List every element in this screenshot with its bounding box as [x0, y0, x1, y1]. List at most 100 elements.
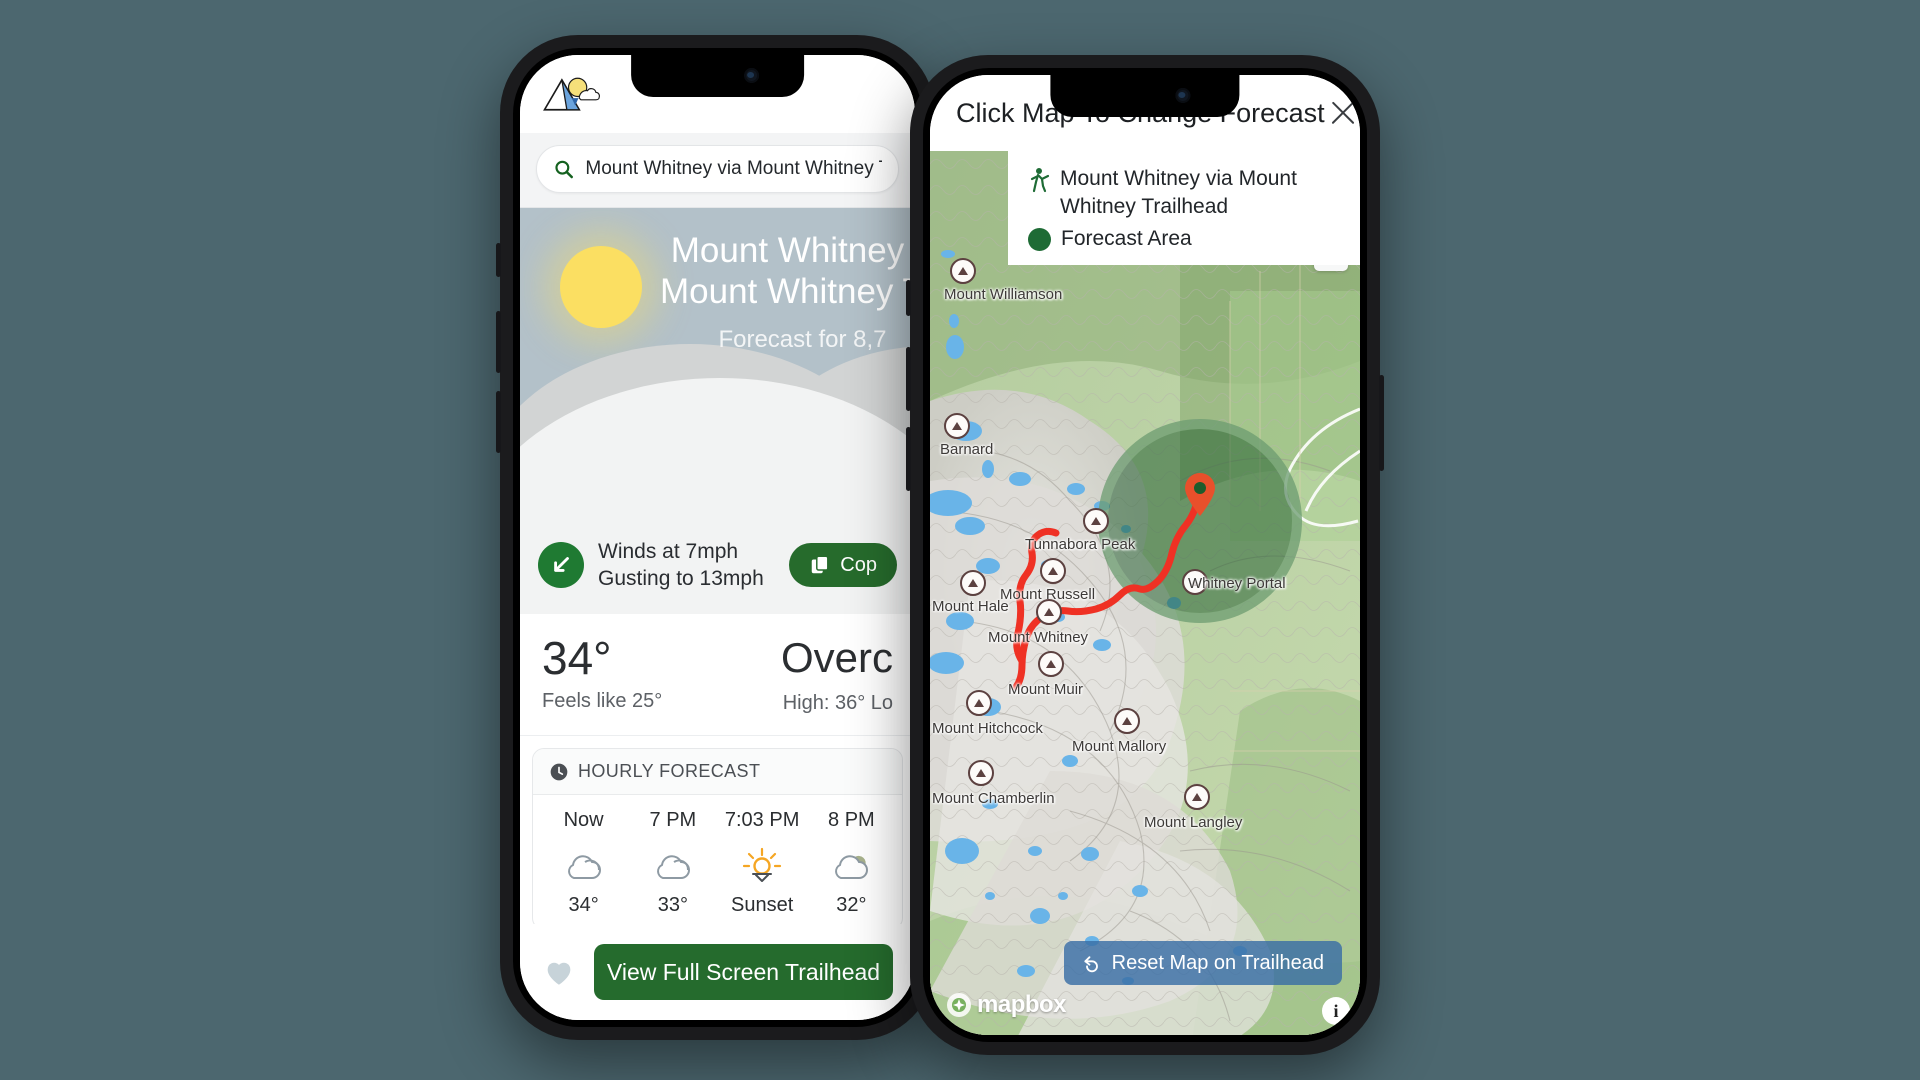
search-section: Mount Whitney via Mount Whitney T [520, 133, 915, 208]
map-pin-icon[interactable] [1183, 471, 1217, 517]
hourly-column[interactable]: Now 34° [539, 809, 628, 929]
peak-marker-icon [1184, 784, 1210, 810]
trail-path [1012, 495, 1202, 691]
sunset-icon [718, 838, 807, 892]
hero-title-line2: Mount Whitney Trailhead [660, 272, 915, 311]
current-condition: Overc [780, 634, 893, 681]
hour-label: 7:03 PM [724, 809, 800, 831]
heart-icon[interactable] [542, 955, 576, 989]
bottom-action-bar: View Full Screen Trailhead [520, 924, 915, 1020]
wind-direction-arrow [538, 542, 584, 588]
map-place-label: Whitney Portal [1188, 575, 1286, 592]
hero-title-line1: Mount Whitney [670, 231, 905, 270]
legend-area-label: Forecast Area [1061, 227, 1192, 250]
hour-label: Now [563, 809, 604, 831]
right-phone-notch [1050, 75, 1240, 117]
hourly-forecast-card: HOURLY FORECAST Now 34° 7 PM 33° 7:03 PM… [532, 748, 903, 930]
hour-value: 32° [836, 894, 867, 916]
left-phone-screen: Mount Whitney via Mount Whitney T Mount … [520, 55, 915, 1020]
legend-trail-name: Mount Whitney via Mount Whitney Trailhea… [1060, 167, 1297, 218]
cloudy-icon [539, 838, 628, 892]
peak-marker-icon [966, 690, 992, 716]
peak-marker-icon [1114, 708, 1140, 734]
view-full-screen-trailhead-label: View Full Screen Trailhead [606, 958, 881, 985]
wind-text: Winds at 7mph Gusting to 13mph [598, 538, 764, 592]
map-place-label: Mount Whitney [988, 629, 1089, 646]
reset-map-label: Reset Map on Trailhead [1111, 951, 1324, 974]
hourly-column[interactable]: 8 PM 32° [807, 809, 896, 929]
close-icon[interactable] [1325, 95, 1360, 131]
map-place-label: Mount Hale [932, 598, 1009, 615]
hourly-forecast-columns: Now 34° 7 PM 33° 7:03 PM Sunset 8 PM 32° [533, 795, 902, 929]
map-place-label: Mount Mallory [1072, 738, 1167, 755]
cloudy-icon [628, 838, 717, 892]
right-phone-device: Click Map To Change Forecast [906, 55, 1384, 1055]
peak-marker-icon [1040, 558, 1066, 584]
peak-marker-icon [1036, 599, 1062, 625]
mountain-sun-logo[interactable] [542, 73, 600, 115]
copy-icon [812, 555, 829, 574]
weather-hero: Mount Whitney Mount Whitney Trailhead Fo… [520, 208, 915, 538]
phone-mute-switch[interactable] [496, 243, 501, 277]
mapbox-logo-icon[interactable]: mapbox [946, 991, 1067, 1019]
legend-area-row: Forecast Area [1028, 227, 1342, 251]
copy-button[interactable]: Cop [789, 543, 897, 587]
map-place-label: Mount Williamson [944, 286, 1063, 303]
hourly-column[interactable]: 7 PM 33° [628, 809, 717, 929]
undo-icon [1084, 956, 1098, 973]
phone-mute-switch[interactable] [906, 280, 911, 316]
phone-volume-up-button[interactable] [496, 311, 501, 373]
peak-marker-icon [1038, 651, 1064, 677]
phone-volume-up-button[interactable] [906, 347, 911, 411]
feels-like-text: Feels like 25° [542, 690, 663, 712]
search-input[interactable]: Mount Whitney via Mount Whitney T [536, 145, 899, 193]
front-camera-icon [1175, 88, 1191, 103]
mapbox-label: mapbox [977, 991, 1067, 1018]
clock-icon [550, 763, 568, 780]
map-place-label: Mount Chamberlin [932, 790, 1055, 807]
peak-marker-icon [944, 413, 970, 439]
map-place-label: Barnard [940, 441, 994, 458]
hourly-column[interactable]: 7:03 PM Sunset [718, 809, 807, 929]
hero-text: Mount Whitney Mount Whitney Trailhead Fo… [520, 230, 915, 354]
map-legend: Mount Whitney via Mount Whitney Trailhea… [1008, 151, 1360, 265]
map-place-label: Mount Muir [1008, 681, 1084, 698]
hiker-icon [1030, 168, 1050, 193]
peak-marker-icon [1083, 508, 1109, 534]
hour-label: 7 PM [649, 809, 697, 831]
phone-power-button[interactable] [1379, 375, 1384, 471]
hourly-forecast-header: HOURLY FORECAST [533, 749, 902, 795]
hero-subtitle: Forecast for 8,7 [718, 326, 887, 353]
partly-cloudy-icon [807, 838, 896, 892]
hour-value: 34° [568, 894, 599, 916]
wind-row: Winds at 7mph Gusting to 13mph Cop [520, 538, 915, 614]
hour-value: 33° [657, 894, 688, 916]
legend-trail-row: Mount Whitney via Mount Whitney Trailhea… [1028, 165, 1342, 221]
phone-volume-down-button[interactable] [906, 427, 911, 491]
current-temp-group: 34° Feels like 25° [542, 632, 662, 713]
peak-marker-icon [960, 570, 986, 596]
front-camera-icon [744, 68, 760, 83]
hour-value: Sunset [730, 894, 794, 916]
phone-volume-down-button[interactable] [496, 391, 501, 453]
map-container[interactable]: Mount Williamson Barnard Tunnabora Peak Mou… [930, 151, 1360, 1035]
current-temperature: 34° [542, 632, 612, 684]
info-icon[interactable]: i [1322, 997, 1350, 1025]
map-place-label: Mount Langley [1144, 814, 1243, 831]
hour-label: 8 PM [828, 809, 875, 831]
copy-button-label: Cop [840, 553, 877, 576]
map-place-label: Tunnabora Peak [1025, 536, 1136, 553]
search-icon [555, 160, 573, 179]
left-phone-notch [630, 55, 805, 97]
screenshot-stage: Mount Whitney via Mount Whitney T Mount … [0, 0, 1920, 1080]
left-phone-device: Mount Whitney via Mount Whitney T Mount … [496, 35, 939, 1040]
wind-gust-text: Gusting to 13mph [598, 567, 764, 590]
wind-speed-text: Winds at 7mph [598, 540, 739, 563]
reset-map-on-trailhead-button[interactable]: Reset Map on Trailhead [1063, 941, 1342, 985]
peak-marker-icon [950, 258, 976, 284]
peak-marker-icon [968, 760, 994, 786]
current-condition-group: Overc High: 36° Lo [781, 632, 893, 715]
high-low-text: High: 36° Lo [782, 692, 893, 714]
right-phone-screen: Click Map To Change Forecast [930, 75, 1360, 1035]
view-full-screen-trailhead-button[interactable]: View Full Screen Trailhead [594, 944, 893, 1000]
